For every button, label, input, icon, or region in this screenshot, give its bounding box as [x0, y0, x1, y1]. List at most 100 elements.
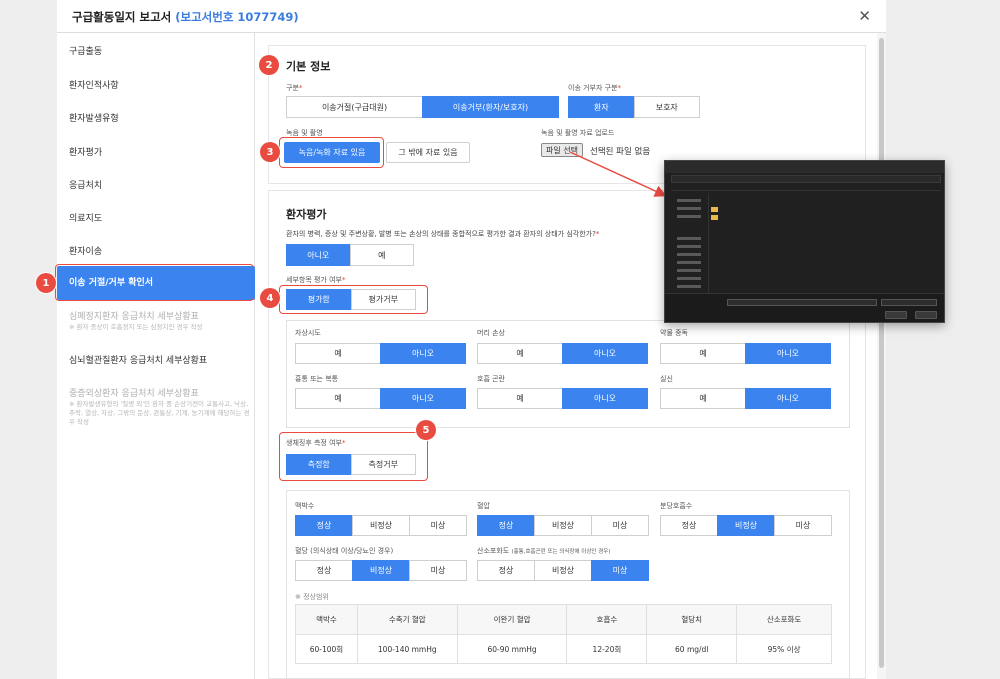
sidebar-item-medical-direction[interactable]: 의료지도 — [57, 211, 255, 224]
refuser-option-guardian[interactable]: 보호자 — [633, 96, 700, 118]
step-badge-3: 3 — [260, 142, 280, 162]
highlight-detail-eval — [279, 285, 428, 314]
item-label-head-injury: 머리 손상 — [477, 329, 505, 337]
vital-pulse-unknown[interactable]: 미상 — [409, 515, 467, 536]
sidebar-item-cardiac-arrest[interactable]: 심폐정지환자 응급처치 세부상황표 — [57, 309, 255, 322]
item-head-injury-segment: 예 아니오 — [477, 343, 648, 364]
item-label-poisoning: 약물 중독 — [660, 329, 688, 337]
highlight-recording — [279, 137, 384, 168]
vital-resp-abnormal[interactable]: 비정상 — [717, 515, 775, 536]
th-pulse: 맥박수 — [295, 604, 358, 635]
highlight-sidebar-active — [55, 264, 254, 301]
sidebar: 구급출동 환자인적사항 환자발생유형 환자평가 응급처치 의료지도 환자이송 이… — [57, 33, 255, 679]
vital-spo2-normal[interactable]: 정상 — [477, 560, 535, 581]
patient-eval-heading: 환자평가 — [286, 208, 327, 221]
sidebar-note-cardiac-arrest: ※ 환자 증상이 호흡정지 또는 심정지인 경우 작성 — [69, 323, 203, 331]
item-chest-pain-no[interactable]: 아니오 — [380, 388, 466, 409]
normal-range-label: ※ 정상범위 — [295, 593, 329, 601]
dlg-side-item — [677, 253, 701, 256]
th-resp: 호흡수 — [566, 604, 648, 635]
sidebar-item-transport[interactable]: 환자이송 — [57, 244, 255, 257]
refuser-option-patient[interactable]: 환자 — [568, 96, 635, 118]
dlg-side-item — [677, 277, 701, 280]
file-select-button[interactable]: 파일 선택 — [541, 143, 583, 157]
dlg-side-item — [677, 199, 701, 202]
vital-bp-normal[interactable]: 정상 — [477, 515, 535, 536]
type-label-text: 구분 — [286, 84, 299, 92]
item-head-injury-no[interactable]: 아니오 — [562, 343, 648, 364]
close-icon[interactable]: ✕ — [858, 7, 871, 25]
item-self-harm-yes[interactable]: 예 — [295, 343, 381, 364]
td-systolic: 100-140 mmHg — [356, 634, 458, 664]
severity-option-yes[interactable]: 예 — [349, 244, 414, 266]
item-syncope-yes[interactable]: 예 — [660, 388, 746, 409]
item-dyspnea-yes[interactable]: 예 — [477, 388, 563, 409]
dlg-open-button — [885, 311, 907, 319]
item-poisoning-yes[interactable]: 예 — [660, 343, 746, 364]
normal-range-value-row: 60-100회 100-140 mmHg 60-90 mmHg 12-20회 6… — [295, 634, 832, 664]
step-badge-1: 1 — [36, 273, 56, 293]
sidebar-item-occurrence-type[interactable]: 환자발생유형 — [57, 111, 255, 124]
title-bar: 구급활동일지 보고서 (보고서번호 1077749) ✕ — [57, 0, 886, 33]
scrollbar[interactable] — [877, 33, 886, 679]
detail-eval-label: 세부항목 평가 여부* — [286, 276, 346, 284]
item-dyspnea-no[interactable]: 아니오 — [562, 388, 648, 409]
sidebar-item-first-aid[interactable]: 응급처치 — [57, 178, 255, 191]
vital-resp-normal[interactable]: 정상 — [660, 515, 718, 536]
item-poisoning-no[interactable]: 아니오 — [745, 343, 831, 364]
window-title-text: 구급활동일지 보고서 — [72, 10, 172, 24]
item-poisoning-segment: 예 아니오 — [660, 343, 831, 364]
dlg-filename-input — [727, 299, 877, 306]
file-dialog-toolbar — [671, 186, 941, 191]
type-segment: 이송거절(구급대원) 이송거부(환자/보호자) — [286, 96, 559, 118]
normal-range-header-row: 맥박수 수축기 혈압 이완기 혈압 호흡수 혈당치 산소포화도 — [295, 604, 832, 635]
vital-label-bp: 혈압 — [477, 502, 490, 510]
sidebar-item-cerebrovascular[interactable]: 심뇌혈관질환자 응급처치 세부상황표 — [57, 353, 255, 366]
vital-spo2-unknown[interactable]: 미상 — [591, 560, 649, 581]
vital-spo2-abnormal[interactable]: 비정상 — [534, 560, 592, 581]
sidebar-item-patient-info[interactable]: 환자인적사항 — [57, 78, 255, 91]
vital-label-spo2-sub: (흉통,호흡곤란 또는 의식장애 이상인 경우) — [511, 549, 611, 555]
vital-sugar-segment: 정상 비정상 미상 — [295, 560, 467, 581]
sidebar-item-dispatch[interactable]: 구급출동 — [57, 44, 255, 57]
recording-option-other[interactable]: 그 밖에 자료 있음 — [386, 142, 470, 163]
vital-bp-unknown[interactable]: 미상 — [591, 515, 649, 536]
th-systolic: 수축기 혈압 — [356, 604, 458, 635]
item-chest-pain-yes[interactable]: 예 — [295, 388, 381, 409]
item-syncope-no[interactable]: 아니오 — [745, 388, 831, 409]
sidebar-item-severe-trauma[interactable]: 중증외상환자 응급처치 세부상황표 — [57, 386, 255, 399]
item-head-injury-yes[interactable]: 예 — [477, 343, 563, 364]
refuser-label: 이송 거부자 구분* — [568, 84, 622, 92]
window-title: 구급활동일지 보고서 (보고서번호 1077749) — [72, 9, 299, 25]
item-self-harm-no[interactable]: 아니오 — [380, 343, 466, 364]
vital-sugar-abnormal[interactable]: 비정상 — [352, 560, 410, 581]
normal-range-table: 맥박수 수축기 혈압 이완기 혈압 호흡수 혈당치 산소포화도 60-100회 … — [295, 604, 832, 664]
step-badge-4: 4 — [260, 288, 280, 308]
vital-resp-unknown[interactable]: 미상 — [774, 515, 832, 536]
severity-question-text: 환자의 병력, 증상 및 주변상황, 발병 또는 손상의 상태를 종합적으로 평… — [286, 230, 596, 238]
detail-items-box — [286, 320, 850, 428]
file-dialog-titlebar — [665, 161, 944, 173]
type-option-crew[interactable]: 이송거절(구급대원) — [286, 96, 423, 118]
vital-bp-abnormal[interactable]: 비정상 — [534, 515, 592, 536]
severity-option-no[interactable]: 아니오 — [286, 244, 351, 266]
vital-bp-segment: 정상 비정상 미상 — [477, 515, 649, 536]
vital-sugar-normal[interactable]: 정상 — [295, 560, 353, 581]
detail-eval-label-text: 세부항목 평가 여부 — [286, 276, 342, 284]
th-sugar: 혈당치 — [646, 604, 738, 635]
file-dialog-footer — [665, 293, 944, 322]
step-badge-2: 2 — [259, 55, 279, 75]
type-option-patient[interactable]: 이송거부(환자/보호자) — [422, 96, 559, 118]
sidebar-item-patient-eval[interactable]: 환자평가 — [57, 145, 255, 158]
td-sugar: 60 mg/dl — [646, 634, 738, 664]
td-spo2: 95% 이상 — [736, 634, 832, 664]
vital-pulse-abnormal[interactable]: 비정상 — [352, 515, 410, 536]
dlg-side-item — [677, 207, 701, 210]
vital-label-sugar: 혈당 (의식상태 이상/당뇨인 경우) — [295, 547, 394, 555]
vital-resp-segment: 정상 비정상 미상 — [660, 515, 832, 536]
dlg-side-item — [677, 215, 701, 218]
vital-pulse-normal[interactable]: 정상 — [295, 515, 353, 536]
vital-sugar-unknown[interactable]: 미상 — [409, 560, 467, 581]
scrollbar-thumb[interactable] — [879, 38, 884, 668]
dlg-side-item — [677, 269, 701, 272]
